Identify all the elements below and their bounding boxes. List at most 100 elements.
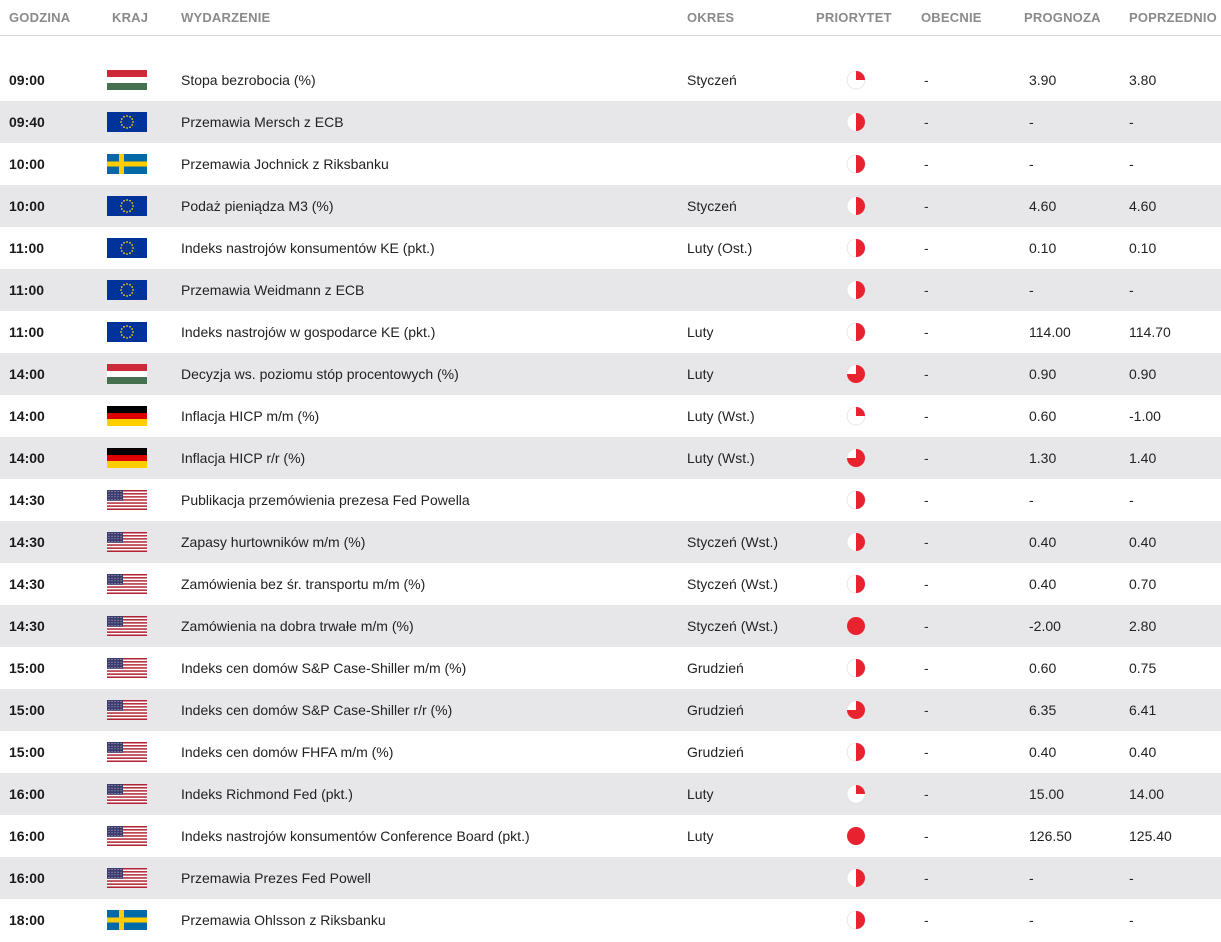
current-value: - — [924, 912, 929, 928]
priority-indicator-icon — [846, 196, 866, 216]
event-time: 16:00 — [9, 870, 45, 886]
priority-indicator-icon — [846, 868, 866, 888]
header-country[interactable]: KRAJ — [112, 0, 148, 35]
event-name[interactable]: Przemawia Prezes Fed Powell — [181, 857, 371, 899]
table-row[interactable]: 09:00 Stopa bezrobocia (%) Styczeń - 3.90 3.8… — [0, 59, 1221, 101]
table-row[interactable]: 16:00 Przemawia Prezes Fed Powell - - - — [0, 857, 1221, 899]
table-row[interactable]: 14:00 Decyzja ws. poziomu stóp procentowy… — [0, 353, 1221, 395]
header-previous[interactable]: POPRZEDNIO — [1129, 0, 1217, 35]
priority-indicator-icon — [846, 280, 866, 300]
event-name[interactable]: Indeks nastrojów konsumentów KE (pkt.) — [181, 227, 435, 269]
event-name[interactable]: Podaż pieniądza M3 (%) — [181, 185, 334, 227]
current-value: - — [924, 744, 929, 760]
event-name[interactable]: Przemawia Weidmann z ECB — [181, 269, 364, 311]
table-row[interactable]: 11:00 Przemawia Weidmann z ECB - - - — [0, 269, 1221, 311]
table-row[interactable]: 15:00 Indeks cen domów FHFA m/m (%) Grudzi… — [0, 731, 1221, 773]
table-row[interactable]: 14:00 Inflacja HICP r/r (%) Luty (Wst.) - 1.… — [0, 437, 1221, 479]
event-name[interactable]: Przemawia Ohlsson z Riksbanku — [181, 899, 386, 941]
previous-value: 2.80 — [1129, 618, 1157, 634]
priority-indicator-icon — [846, 238, 866, 258]
current-value: - — [924, 198, 929, 214]
current-value: - — [924, 282, 929, 298]
event-period: Styczeń (Wst.) — [687, 576, 779, 592]
header-priority[interactable]: PRIORYTET — [816, 0, 892, 35]
current-value: - — [924, 156, 929, 172]
event-name[interactable]: Indeks nastrojów w gospodarce KE (pkt.) — [181, 311, 435, 353]
priority-indicator-icon — [846, 448, 866, 468]
forecast-value: 1.30 — [1029, 450, 1057, 466]
event-time: 14:30 — [9, 534, 45, 550]
header-current[interactable]: OBECNIE — [921, 0, 982, 35]
event-name[interactable]: Zapasy hurtowników m/m (%) — [181, 521, 365, 563]
header-time[interactable]: GODZINA — [9, 0, 70, 35]
table-row[interactable]: 14:00 Inflacja HICP m/m (%) Luty (Wst.) - 0.… — [0, 395, 1221, 437]
country-flag-hu-icon — [107, 70, 147, 90]
table-row[interactable]: 11:00 Indeks nastrojów konsumentów KE (pk… — [0, 227, 1221, 269]
table-row[interactable]: 14:30 Zamówienia na dobra trwałe m/m (%) S… — [0, 605, 1221, 647]
header-spacer — [0, 36, 1221, 59]
priority-indicator-icon — [846, 364, 866, 384]
priority-indicator-icon — [846, 322, 866, 342]
current-value: - — [924, 450, 929, 466]
table-row[interactable]: 14:30 Zamówienia bez śr. transportu m/m (… — [0, 563, 1221, 605]
event-name[interactable]: Przemawia Jochnick z Riksbanku — [181, 143, 389, 185]
event-name[interactable]: Indeks cen domów S&P Case-Shiller r/r (%… — [181, 689, 452, 731]
event-name[interactable]: Przemawia Mersch z ECB — [181, 101, 344, 143]
forecast-value: 15.00 — [1029, 786, 1065, 802]
event-name[interactable]: Inflacja HICP r/r (%) — [181, 437, 305, 479]
previous-value: 4.60 — [1129, 198, 1157, 214]
country-flag-us-icon — [107, 490, 147, 510]
table-row[interactable]: 10:00 Przemawia Jochnick z Riksbanku - - - — [0, 143, 1221, 185]
table-row[interactable]: 16:00 Indeks Richmond Fed (pkt.) Luty - 15.0… — [0, 773, 1221, 815]
event-name[interactable]: Zamówienia na dobra trwałe m/m (%) — [181, 605, 414, 647]
event-name[interactable]: Decyzja ws. poziomu stóp procentowych (%… — [181, 353, 459, 395]
current-value: - — [924, 702, 929, 718]
table-row[interactable]: 16:00 Indeks nastrojów konsumentów Confer… — [0, 815, 1221, 857]
event-name[interactable]: Indeks Richmond Fed (pkt.) — [181, 773, 353, 815]
event-name[interactable]: Indeks nastrojów konsumentów Conference … — [181, 815, 530, 857]
previous-value: - — [1129, 282, 1134, 298]
event-time: 11:00 — [9, 240, 45, 256]
forecast-value: 6.35 — [1029, 702, 1057, 718]
event-time: 15:00 — [9, 744, 45, 760]
table-row[interactable]: 18:00 Przemawia Ohlsson z Riksbanku - - - — [0, 899, 1221, 941]
forecast-value: - — [1029, 282, 1034, 298]
previous-value: 1.40 — [1129, 450, 1157, 466]
event-time: 11:00 — [9, 324, 45, 340]
event-period: Styczeń — [687, 72, 737, 88]
event-name[interactable]: Zamówienia bez śr. transportu m/m (%) — [181, 563, 425, 605]
previous-value: 0.90 — [1129, 366, 1157, 382]
table-row[interactable]: 15:00 Indeks cen domów S&P Case-Shiller r… — [0, 689, 1221, 731]
event-time: 15:00 — [9, 702, 45, 718]
event-name[interactable]: Inflacja HICP m/m (%) — [181, 395, 319, 437]
event-period: Luty (Ost.) — [687, 240, 753, 256]
header-period[interactable]: OKRES — [687, 0, 734, 35]
country-flag-us-icon — [107, 574, 147, 594]
event-name[interactable]: Stopa bezrobocia (%) — [181, 59, 316, 101]
previous-value: 114.70 — [1129, 324, 1171, 340]
table-row[interactable]: 14:30 Zapasy hurtowników m/m (%) Styczeń (… — [0, 521, 1221, 563]
event-name[interactable]: Publikacja przemówienia prezesa Fed Powe… — [181, 479, 470, 521]
table-row[interactable]: 15:00 Indeks cen domów S&P Case-Shiller m… — [0, 647, 1221, 689]
table-row[interactable]: 14:30 Publikacja przemówienia prezesa Fed… — [0, 479, 1221, 521]
previous-value: 6.41 — [1129, 702, 1157, 718]
event-period: Luty — [687, 366, 714, 382]
previous-value: 0.40 — [1129, 534, 1157, 550]
forecast-value: 0.40 — [1029, 576, 1057, 592]
table-row[interactable]: 10:00 Podaż pieniądza M3 (%) Styczeń - 4.60 4… — [0, 185, 1221, 227]
event-time: 15:00 — [9, 660, 45, 676]
table-row[interactable]: 09:40 Przemawia Mersch z ECB - - - — [0, 101, 1221, 143]
table-header: GODZINA KRAJ WYDARZENIE OKRES PRIORYTET … — [0, 0, 1221, 36]
event-name[interactable]: Indeks cen domów S&P Case-Shiller m/m (%… — [181, 647, 466, 689]
event-name[interactable]: Indeks cen domów FHFA m/m (%) — [181, 731, 393, 773]
event-period: Luty (Wst.) — [687, 450, 755, 466]
header-event[interactable]: WYDARZENIE — [181, 0, 270, 35]
event-time: 18:00 — [9, 912, 45, 928]
current-value: - — [924, 618, 929, 634]
country-flag-us-icon — [107, 658, 147, 678]
current-value: - — [924, 114, 929, 130]
current-value: - — [924, 786, 929, 802]
header-forecast[interactable]: PROGNOZA — [1024, 0, 1101, 35]
event-time: 16:00 — [9, 828, 45, 844]
table-row[interactable]: 11:00 Indeks nastrojów w gospodarce KE (p… — [0, 311, 1221, 353]
